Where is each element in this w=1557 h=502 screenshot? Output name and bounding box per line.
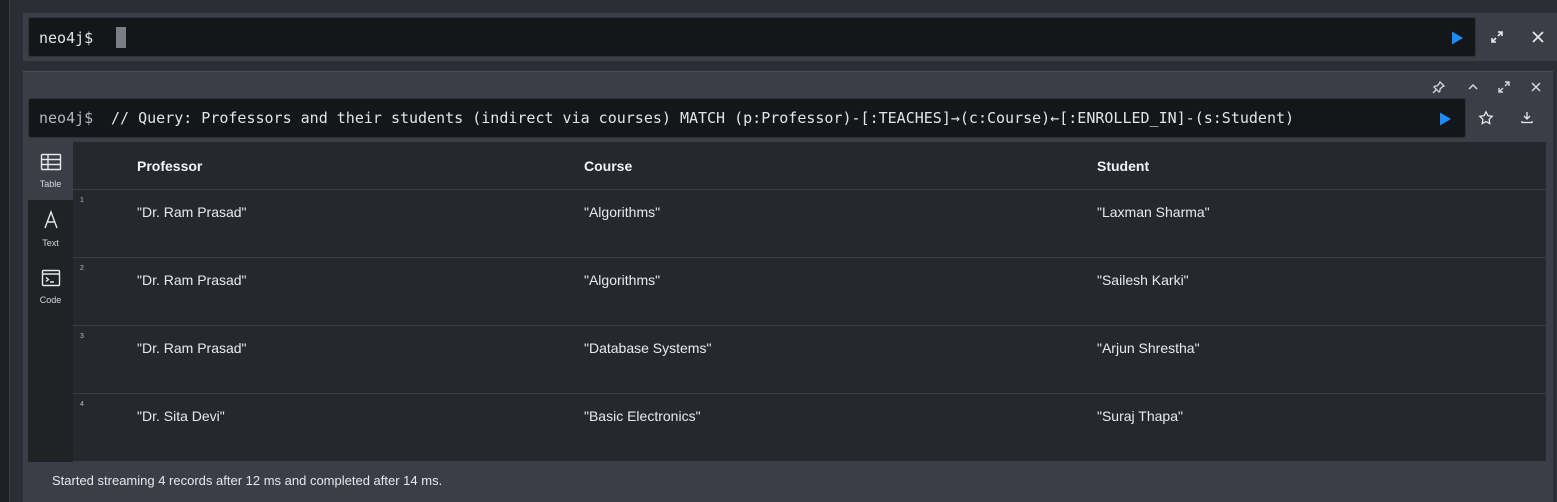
- row-number: 2: [80, 265, 84, 272]
- left-edge: [0, 0, 10, 502]
- table-cell: "Algorithms": [584, 204, 661, 220]
- query-text[interactable]: // Query: Professors and their students …: [111, 109, 1421, 127]
- table-cell: "Basic Electronics": [584, 408, 701, 424]
- view-table-button[interactable]: Table: [28, 142, 73, 200]
- column-header-professor: Professor: [137, 158, 203, 174]
- close-icon[interactable]: [1530, 29, 1548, 47]
- pin-icon[interactable]: [1432, 80, 1450, 98]
- frame-editor-prompt: neo4j$: [39, 109, 94, 127]
- view-code-label: Code: [39, 295, 62, 305]
- view-text-button[interactable]: Text: [28, 200, 73, 258]
- frame-close-icon[interactable]: [1529, 80, 1547, 98]
- expand-icon[interactable]: [1489, 29, 1507, 47]
- table-cell: "Sailesh Karki": [1097, 272, 1189, 288]
- result-table: Professor Course Student 1 "Dr. Ram Pras…: [73, 142, 1546, 462]
- table-cell: "Dr. Ram Prasad": [137, 340, 247, 356]
- collapse-icon[interactable]: [1466, 80, 1484, 98]
- star-icon[interactable]: [1478, 110, 1496, 128]
- row-number: 3: [80, 333, 84, 340]
- table-cell: "Algorithms": [584, 272, 661, 288]
- table-row: 3 "Dr. Ram Prasad" "Database Systems" "A…: [73, 326, 1546, 394]
- table-cell: "Dr. Sita Devi": [137, 408, 225, 424]
- table-row: 4 "Dr. Sita Devi" "Basic Electronics" "S…: [73, 394, 1546, 462]
- table-header: Professor Course Student: [73, 142, 1546, 190]
- row-number: 1: [80, 197, 84, 204]
- download-icon[interactable]: [1520, 110, 1538, 128]
- code-icon: [41, 269, 61, 292]
- editor-prompt: neo4j$: [39, 29, 94, 47]
- row-number: 4: [80, 401, 84, 408]
- table-cell: "Suraj Thapa": [1097, 408, 1183, 424]
- text-icon: [41, 210, 61, 235]
- view-table-label: Table: [39, 179, 62, 189]
- status-bar-text: Started streaming 4 records after 12 ms …: [52, 473, 443, 488]
- table-icon: [40, 153, 62, 176]
- table-cell: "Dr. Ram Prasad": [137, 204, 247, 220]
- table-cell: "Database Systems": [584, 340, 712, 356]
- table-row: 1 "Dr. Ram Prasad" "Algorithms" "Laxman …: [73, 190, 1546, 258]
- table-cell: "Arjun Shrestha": [1097, 340, 1200, 356]
- table-cell: "Laxman Sharma": [1097, 204, 1210, 220]
- play-icon[interactable]: [1449, 30, 1465, 46]
- view-switcher: Table Text Code: [28, 142, 73, 462]
- column-header-student: Student: [1097, 158, 1150, 174]
- result-frame: neo4j$ // Query: Professors and their st…: [23, 71, 1553, 502]
- table-cell: "Dr. Ram Prasad": [137, 272, 247, 288]
- main-query-editor[interactable]: neo4j$: [28, 17, 1476, 57]
- view-text-label: Text: [42, 238, 59, 248]
- editor-caret: [116, 27, 126, 48]
- frame-query-editor[interactable]: neo4j$ // Query: Professors and their st…: [28, 98, 1466, 138]
- play-icon[interactable]: [1437, 111, 1453, 127]
- fullscreen-icon[interactable]: [1497, 80, 1515, 98]
- table-row: 2 "Dr. Ram Prasad" "Algorithms" "Sailesh…: [73, 258, 1546, 326]
- column-header-course: Course: [584, 158, 633, 174]
- view-code-button[interactable]: Code: [28, 258, 73, 316]
